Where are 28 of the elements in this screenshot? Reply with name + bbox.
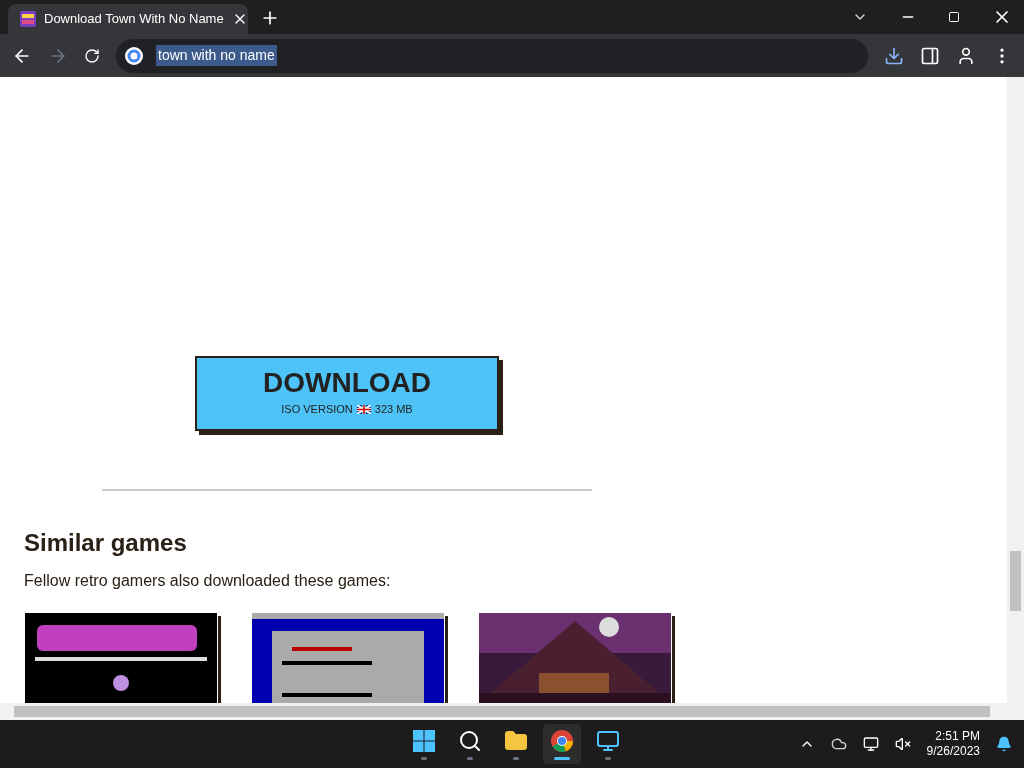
restore-icon[interactable] (948, 11, 960, 23)
clock-time: 2:51 PM (935, 729, 980, 744)
vertical-scrollbar[interactable] (1007, 77, 1024, 703)
google-icon (124, 45, 144, 66)
uk-flag-icon (356, 405, 371, 414)
windows-icon (412, 728, 436, 753)
tab-title: Download Town With No Name (44, 10, 224, 29)
address-text: town with no name (156, 45, 277, 66)
horizontal-scrollbar[interactable] (0, 703, 1024, 720)
browser-tab[interactable]: Download Town With No Name (8, 4, 248, 34)
section-subtitle: Fellow retro gamers also downloaded these games: (24, 571, 392, 591)
monitor-icon (596, 728, 620, 753)
scroll-thumb[interactable] (1010, 551, 1021, 611)
bell-icon[interactable] (996, 736, 1012, 752)
site-icon (20, 11, 36, 27)
side-panel-icon[interactable] (920, 45, 940, 66)
folder-icon (504, 728, 528, 753)
search-icon (458, 728, 482, 753)
clock-date: 9/26/2023 (926, 744, 980, 759)
address-bar[interactable]: town with no name (116, 38, 868, 73)
download-icon[interactable] (884, 45, 904, 66)
chrome-icon (550, 728, 574, 753)
taskbar-app[interactable] (543, 724, 581, 764)
cloud-icon[interactable] (830, 736, 847, 752)
profile-icon[interactable] (956, 45, 976, 66)
section-heading: Similar games (24, 528, 188, 558)
mute-icon[interactable] (894, 736, 911, 752)
reload-icon[interactable] (84, 47, 100, 64)
